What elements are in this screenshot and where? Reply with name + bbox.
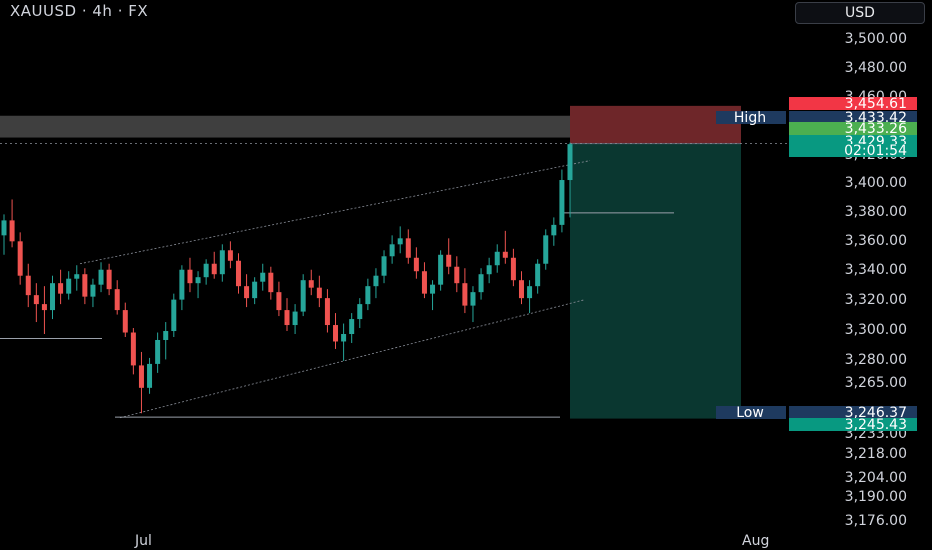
- candle-body: [106, 269, 112, 290]
- candle-body: [478, 274, 484, 293]
- y-axis-tick-label: 3,190.00: [845, 489, 907, 505]
- y-axis-tick-label: 3,320.00: [845, 292, 907, 308]
- candle-body: [130, 332, 136, 366]
- y-axis-tick-label: 3,380.00: [845, 204, 907, 220]
- candle-body: [551, 224, 557, 236]
- y-axis-tick-label: 3,218.00: [845, 446, 907, 462]
- candle-body: [219, 250, 225, 275]
- channel-upper-line[interactable]: [79, 160, 591, 265]
- stop-loss-zone[interactable]: [570, 105, 741, 144]
- candle-body: [349, 319, 355, 335]
- candle-body: [187, 269, 193, 284]
- candle-body: [316, 287, 322, 299]
- candle-body: [260, 272, 266, 282]
- candle-body: [114, 289, 120, 311]
- candle-body: [421, 271, 427, 294]
- candle-body: [300, 280, 306, 312]
- y-axis-tick-label: 3,500.00: [845, 31, 907, 47]
- y-axis-tick-label: 3,400.00: [845, 175, 907, 191]
- candle-body: [98, 269, 104, 285]
- candle-body: [155, 339, 161, 364]
- y-axis-tick-label: 3,360.00: [845, 233, 907, 249]
- candle-body: [268, 272, 274, 293]
- price-tag-value: 02:01:54: [844, 143, 907, 159]
- take-profit-zone[interactable]: [570, 143, 741, 419]
- price-tag-label: Low: [736, 405, 764, 421]
- candle-body: [567, 144, 573, 181]
- candle-body: [413, 257, 419, 272]
- candle-body: [147, 363, 153, 388]
- candle-body: [535, 263, 541, 287]
- candle-body: [227, 250, 233, 261]
- candle-body: [381, 256, 387, 276]
- candle-body: [163, 331, 169, 340]
- y-axis-tick-label: 3,300.00: [845, 322, 907, 338]
- y-axis-tick-label: 3,204.00: [845, 470, 907, 486]
- candle-body: [50, 283, 56, 311]
- candle-body: [470, 292, 476, 306]
- y-axis-tick-label: 3,176.00: [845, 513, 907, 529]
- y-axis-tick-label: 3,280.00: [845, 352, 907, 368]
- candle-body: [292, 311, 298, 326]
- candle-body: [41, 304, 47, 311]
- candle-body: [33, 295, 39, 305]
- candle-body: [82, 274, 88, 297]
- candle-body: [365, 286, 371, 305]
- candle-body: [397, 238, 403, 245]
- candle-body: [438, 254, 444, 285]
- candle-body: [430, 284, 436, 294]
- candle-body: [235, 260, 241, 287]
- candle-body: [58, 283, 64, 294]
- candle-body: [559, 180, 565, 225]
- candle-body: [276, 292, 282, 311]
- candle-body: [454, 266, 460, 284]
- candle-body: [527, 286, 533, 299]
- candle-body: [244, 286, 250, 299]
- candle-body: [1, 220, 7, 236]
- candle-body: [324, 298, 330, 326]
- resistance-zone: [0, 115, 570, 138]
- candle-body: [74, 274, 80, 279]
- candle-body: [138, 365, 144, 388]
- candle-body: [446, 254, 452, 267]
- candle-body: [171, 299, 177, 332]
- candle-body: [405, 238, 411, 258]
- price-tag-value: 3,245.43: [845, 417, 907, 433]
- y-axis-tick-label: 3,265.00: [845, 375, 907, 391]
- candle-body: [502, 251, 508, 258]
- candle-body: [90, 284, 96, 297]
- candle-body: [389, 244, 395, 257]
- symbol-title: XAUUSD · 4h · FX: [10, 2, 149, 20]
- candle-body: [25, 275, 31, 296]
- candle-body: [284, 310, 290, 326]
- candle-body: [486, 265, 492, 275]
- candle-body: [308, 280, 314, 288]
- candle-body: [203, 263, 209, 278]
- candle-body: [357, 304, 363, 320]
- x-axis-label-jul: Jul: [134, 533, 152, 549]
- candle-body: [341, 334, 347, 342]
- price-chart[interactable]: 3,500.003,480.003,460.003,440.003,420.00…: [0, 0, 932, 550]
- candle-body: [518, 280, 524, 299]
- channel-lower-line[interactable]: [119, 299, 586, 419]
- y-axis-tick-label: 3,480.00: [845, 60, 907, 76]
- candle-body: [179, 269, 185, 300]
- x-axis-label-aug: Aug: [742, 533, 769, 549]
- candle-body: [543, 235, 549, 264]
- candle-body: [195, 277, 201, 284]
- candle-body: [510, 257, 516, 281]
- candle-body: [211, 263, 217, 275]
- candle-body: [9, 220, 15, 242]
- y-axis-tick-label: 3,340.00: [845, 262, 907, 278]
- candle-body: [462, 283, 468, 306]
- candle-body: [494, 251, 500, 266]
- currency-button[interactable]: USD: [795, 2, 925, 24]
- candle-body: [373, 275, 379, 287]
- price-tag-label: High: [734, 110, 766, 126]
- candle-body: [333, 325, 339, 342]
- candle-body: [17, 241, 23, 276]
- candle-body: [66, 278, 72, 294]
- candle-body: [122, 310, 128, 333]
- candle-body: [252, 281, 258, 299]
